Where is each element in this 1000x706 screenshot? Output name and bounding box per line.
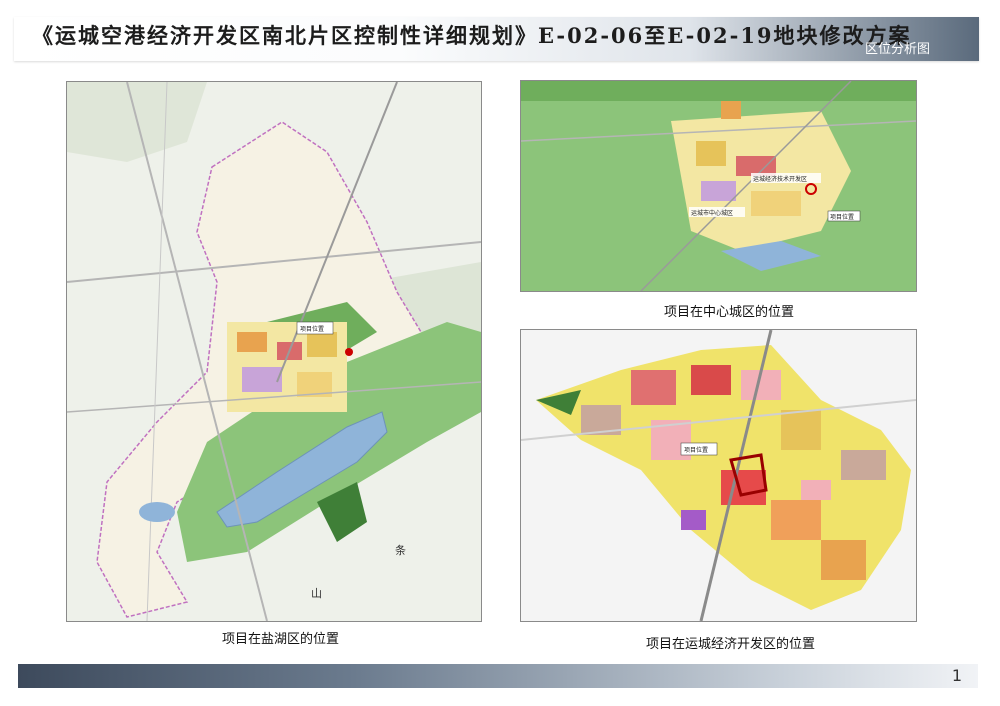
central-label-1: 运城经济技术开发区 xyxy=(753,175,807,183)
page-title: 《运城空港经济开发区南北片区控制性详细规划》E-02-06至E-02-19地块修… xyxy=(32,20,912,50)
footer-bar xyxy=(18,664,978,688)
left-marker-label: 项目位置 xyxy=(300,325,324,333)
left-map-caption: 项目在盐湖区的位置 xyxy=(222,628,339,647)
page-number: 1 xyxy=(952,666,962,685)
central-label-2: 运城市中心城区 xyxy=(691,209,733,217)
map-yanhu-svg: 项目位置 条 山 xyxy=(67,82,481,621)
map-development-zone: 项目位置 xyxy=(520,329,917,622)
top-right-marker-label: 项目位置 xyxy=(830,213,854,221)
project-marker-icon xyxy=(345,348,353,356)
map-central-city-svg: 运城经济技术开发区 运城市中心城区 项目位置 xyxy=(521,81,916,291)
top-right-map-caption: 项目在中心城区的位置 xyxy=(664,301,794,320)
bottom-right-marker-label: 项目位置 xyxy=(684,446,708,454)
mountain-label-2: 山 xyxy=(311,587,322,600)
map-central-city: 运城经济技术开发区 运城市中心城区 项目位置 xyxy=(520,80,917,292)
mountain-label-1: 条 xyxy=(395,543,406,557)
map-yanhu-district: 项目位置 条 山 xyxy=(66,81,482,622)
header-tag: 区位分析图 xyxy=(865,38,930,57)
map-development-zone-svg: 项目位置 xyxy=(521,330,916,621)
bottom-right-map-caption: 项目在运城经济开发区的位置 xyxy=(646,633,815,652)
